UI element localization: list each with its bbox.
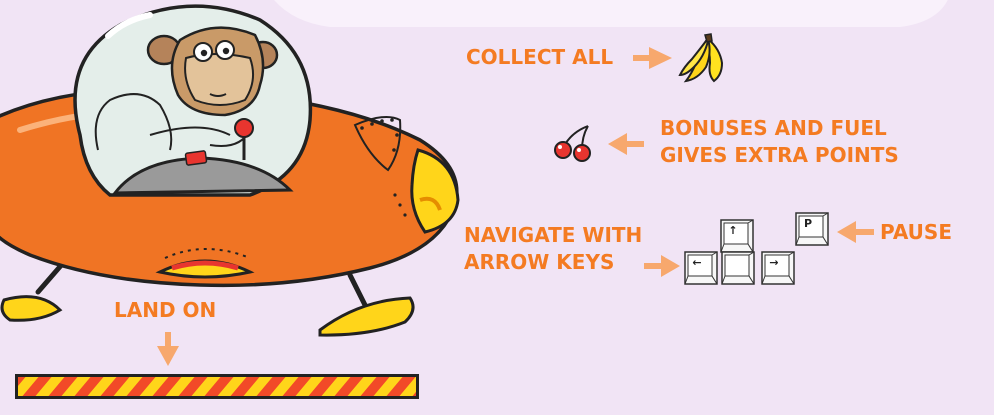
banana-icon: [678, 33, 724, 83]
arrow-up-key: ↑: [720, 219, 754, 253]
arrow-right-key: →: [761, 251, 795, 285]
arrow-left-icon: ←: [692, 256, 702, 269]
arrow-left-icon: [837, 221, 874, 243]
arrow-down-key: [721, 251, 755, 285]
arrow-down-icon: [157, 332, 179, 366]
arrow-down-glyph: [724, 254, 744, 272]
pause-key: P: [795, 212, 829, 246]
pause-key-glyph: P: [803, 217, 813, 230]
arrow-right-icon: [644, 255, 680, 277]
cherry-icon: [554, 125, 591, 162]
striped-landing-pad: [15, 374, 419, 399]
pointer-arrows: [157, 47, 874, 366]
arrow-up-icon: ↑: [728, 224, 738, 237]
arrow-right-icon: [633, 47, 672, 69]
arrow-left-key: ←: [684, 251, 718, 285]
game-instructions-screen: COLLECT ALL BONUSES AND FUEL GIVES EXTRA…: [0, 0, 994, 415]
arrow-right-icon: →: [769, 256, 779, 269]
arrow-left-icon: [608, 133, 644, 155]
